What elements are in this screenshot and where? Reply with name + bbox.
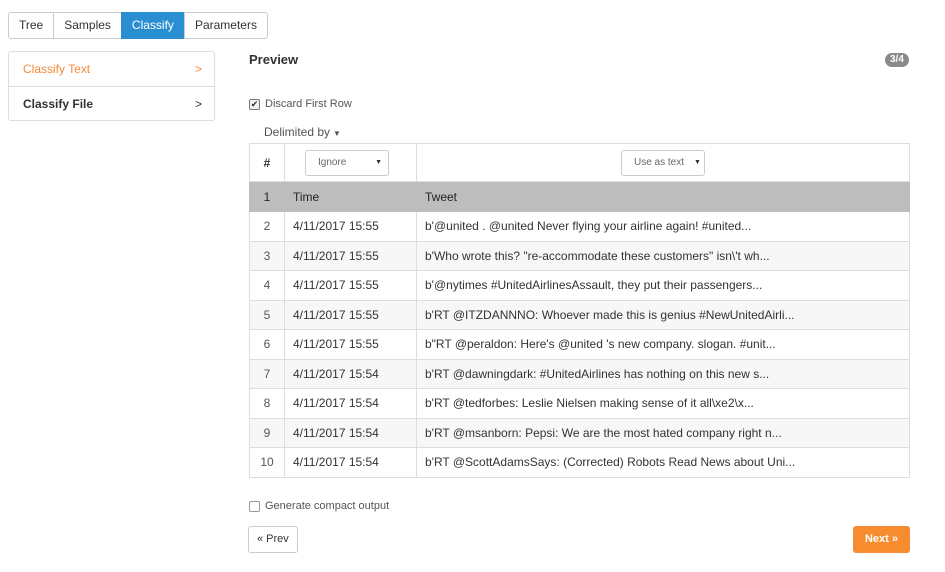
time-cell: 4/11/2017 15:54 [284, 388, 417, 419]
time-cell: 4/11/2017 15:55 [284, 240, 417, 271]
row-number: 8 [249, 388, 285, 419]
column-1-control: Ignore ▼ [284, 143, 417, 182]
column-2-type-select[interactable]: Use as text ▼ [621, 149, 705, 176]
row-number: 1 [249, 181, 285, 212]
tweet-header: Tweet [416, 181, 910, 212]
table-row: 6 4/11/2017 15:55 b"RT @peraldon: Here's… [249, 329, 910, 360]
chevron-right-icon: > [194, 62, 202, 76]
compact-output-option[interactable]: Generate compact output [249, 500, 389, 512]
chevron-right-icon: > [194, 96, 202, 111]
table-row: 10 4/11/2017 15:54 b'RT @ScottAdamsSays:… [249, 447, 910, 478]
top-tabs: Tree Samples Classify Parameters [8, 12, 268, 39]
time-cell: 4/11/2017 15:54 [284, 417, 417, 448]
column-2-control: Use as text ▼ [416, 143, 910, 182]
time-cell: 4/11/2017 15:55 [284, 211, 417, 242]
row-number: 6 [249, 329, 285, 360]
sidebar-item-classify-file[interactable]: Classify File > [9, 86, 214, 120]
tweet-cell: b'RT @ScottAdamsSays: (Corrected) Robots… [416, 447, 910, 478]
row-number: 9 [249, 417, 285, 448]
tab-samples[interactable]: Samples [53, 12, 122, 39]
table-row: 7 4/11/2017 15:54 b'RT @dawningdark: #Un… [249, 358, 910, 389]
chevron-down-icon: ▼ [694, 159, 701, 166]
delimited-by-dropdown[interactable]: Delimited by ▼ [264, 125, 341, 139]
table-row: 2 4/11/2017 15:55 b'@united . @united Ne… [249, 211, 910, 242]
preview-title: Preview [249, 52, 299, 67]
tweet-cell: b'RT @ITZDANNNO: Whoever made this is ge… [416, 299, 910, 330]
table-row: 8 4/11/2017 15:54 b'RT @tedforbes: Lesli… [249, 388, 910, 419]
tab-parameters[interactable]: Parameters [183, 12, 268, 39]
tweet-cell: b'@united . @united Never flying your ai… [416, 211, 910, 242]
discard-first-row-checkbox[interactable]: ✔ [249, 98, 260, 110]
preview-table: # Ignore ▼ Use as text ▼ 1 Time Tweet 2 … [249, 143, 910, 478]
row-number: 10 [249, 447, 285, 478]
prev-button[interactable]: « Prev [248, 526, 298, 553]
sidebar: Classify Text > Classify File > [8, 51, 215, 121]
tab-tree[interactable]: Tree [8, 12, 55, 39]
delimited-by-label: Delimited by [264, 125, 331, 139]
time-cell: 4/11/2017 15:54 [284, 447, 417, 478]
time-cell: 4/11/2017 15:55 [284, 299, 417, 330]
sidebar-item-label: Classify Text [23, 62, 91, 76]
row-number: 7 [249, 358, 285, 389]
hash-header: # [249, 143, 285, 182]
chevron-down-icon: ▼ [375, 159, 382, 166]
row-number: 4 [249, 270, 285, 301]
column-controls-row: # Ignore ▼ Use as text ▼ [249, 143, 910, 182]
table-row: 5 4/11/2017 15:55 b'RT @ITZDANNNO: Whoev… [249, 299, 910, 330]
time-cell: 4/11/2017 15:55 [284, 329, 417, 360]
compact-output-checkbox[interactable] [249, 500, 260, 512]
tweet-cell: b'RT @tedforbes: Leslie Nielsen making s… [416, 388, 910, 419]
tweet-cell: b'Who wrote this? "re-accommodate these … [416, 240, 910, 271]
discard-first-row-label: Discard First Row [265, 98, 352, 110]
sidebar-item-classify-text[interactable]: Classify Text > [9, 52, 214, 86]
row-number: 5 [249, 299, 285, 330]
table-row: 9 4/11/2017 15:54 b'RT @msanborn: Pepsi:… [249, 417, 910, 448]
compact-output-label: Generate compact output [265, 500, 390, 512]
sidebar-item-label: Classify File [23, 96, 94, 111]
time-header: Time [284, 181, 417, 212]
time-cell: 4/11/2017 15:54 [284, 358, 417, 389]
header-row: 1 Time Tweet [249, 181, 910, 212]
select-value: Use as text [634, 157, 685, 168]
tweet-cell: b'@nytimes #UnitedAirlinesAssault, they … [416, 270, 910, 301]
discard-first-row-option[interactable]: ✔ Discard First Row [249, 98, 352, 110]
tweet-cell: b'RT @msanborn: Pepsi: We are the most h… [416, 417, 910, 448]
row-number: 2 [249, 211, 285, 242]
row-number: 3 [249, 240, 285, 271]
step-badge: 3/4 [885, 53, 909, 67]
table-row: 3 4/11/2017 15:55 b'Who wrote this? "re-… [249, 240, 910, 271]
time-cell: 4/11/2017 15:55 [284, 270, 417, 301]
select-value: Ignore [318, 157, 347, 168]
tab-classify[interactable]: Classify [120, 12, 185, 39]
next-button[interactable]: Next » [853, 526, 910, 553]
table-row: 4 4/11/2017 15:55 b'@nytimes #UnitedAirl… [249, 270, 910, 301]
tweet-cell: b'RT @dawningdark: #UnitedAirlines has n… [416, 358, 910, 389]
column-1-type-select[interactable]: Ignore ▼ [305, 149, 389, 176]
caret-down-icon: ▼ [333, 129, 341, 138]
tweet-cell: b"RT @peraldon: Here's @united 's new co… [416, 329, 910, 360]
